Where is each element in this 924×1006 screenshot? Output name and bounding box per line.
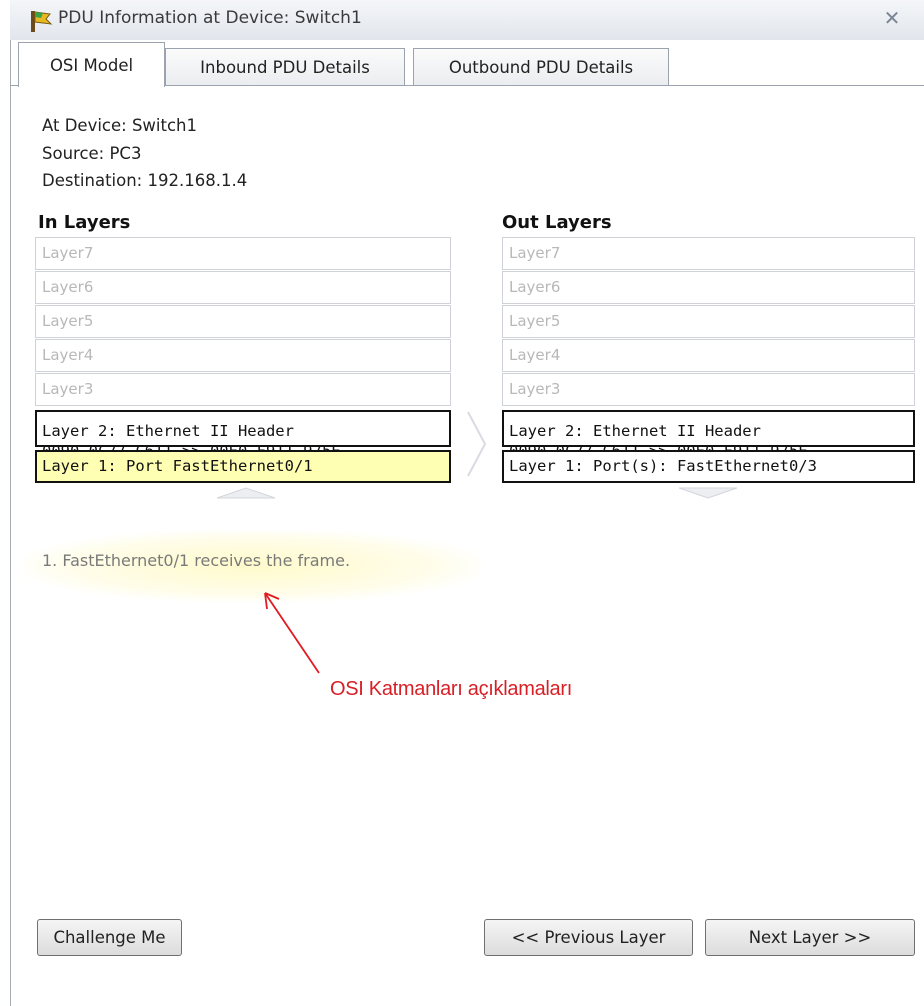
annotation-arrow-icon [255,583,335,683]
in-layer-3[interactable]: Layer3 [35,373,451,406]
window-left-border [10,40,11,1006]
at-device-label: At Device: Switch1 [42,116,197,135]
out-layer-2[interactable]: Layer 2: Ethernet II Header 0090.0C77.C6… [502,410,915,460]
in-layer-7[interactable]: Layer7 [35,237,451,270]
out-layer-4[interactable]: Layer4 [502,339,915,372]
out-layer-3[interactable]: Layer3 [502,373,915,406]
out-layer-5[interactable]: Layer5 [502,305,915,338]
in-layer-4[interactable]: Layer4 [35,339,451,372]
out-layer-7[interactable]: Layer7 [502,237,915,270]
in-layer-6[interactable]: Layer6 [35,271,451,304]
tab-osi-model[interactable]: OSI Model [18,42,165,87]
app-icon [28,8,54,34]
out-layer-6[interactable]: Layer6 [502,271,915,304]
chevron-up-icon [215,485,277,499]
chevron-down-icon [677,485,739,499]
in-layer-2-title: Layer 2: Ethernet II Header [42,422,294,440]
in-layer-1[interactable]: Layer 1: Port FastEthernet0/1 [35,450,451,483]
destination-label: Destination: 192.168.1.4 [42,171,248,190]
window-title: PDU Information at Device: Switch1 [58,8,362,28]
out-layer-2-title: Layer 2: Ethernet II Header [509,422,761,440]
previous-layer-button[interactable]: << Previous Layer [484,919,693,956]
out-layers-heading: Out Layers [502,212,612,233]
layer-description: 1. FastEthernet0/1 receives the frame. [42,551,351,570]
close-icon[interactable]: ✕ [875,6,909,32]
in-layer-2[interactable]: Layer 2: Ethernet II Header 0090.0C77.C6… [35,410,451,460]
annotation-text: OSI Katmanları açıklamaları [330,678,572,700]
source-label: Source: PC3 [42,144,142,163]
challenge-me-button[interactable]: Challenge Me [37,919,182,956]
chevron-right-icon [466,410,488,478]
out-layer-1[interactable]: Layer 1: Port(s): FastEthernet0/3 [502,450,915,483]
next-layer-button[interactable]: Next Layer >> [705,919,915,956]
in-layers-heading: In Layers [38,212,131,233]
tab-inbound-pdu-details[interactable]: Inbound PDU Details [165,48,405,85]
tab-outbound-pdu-details[interactable]: Outbound PDU Details [413,48,669,85]
in-layer-5[interactable]: Layer5 [35,305,451,338]
